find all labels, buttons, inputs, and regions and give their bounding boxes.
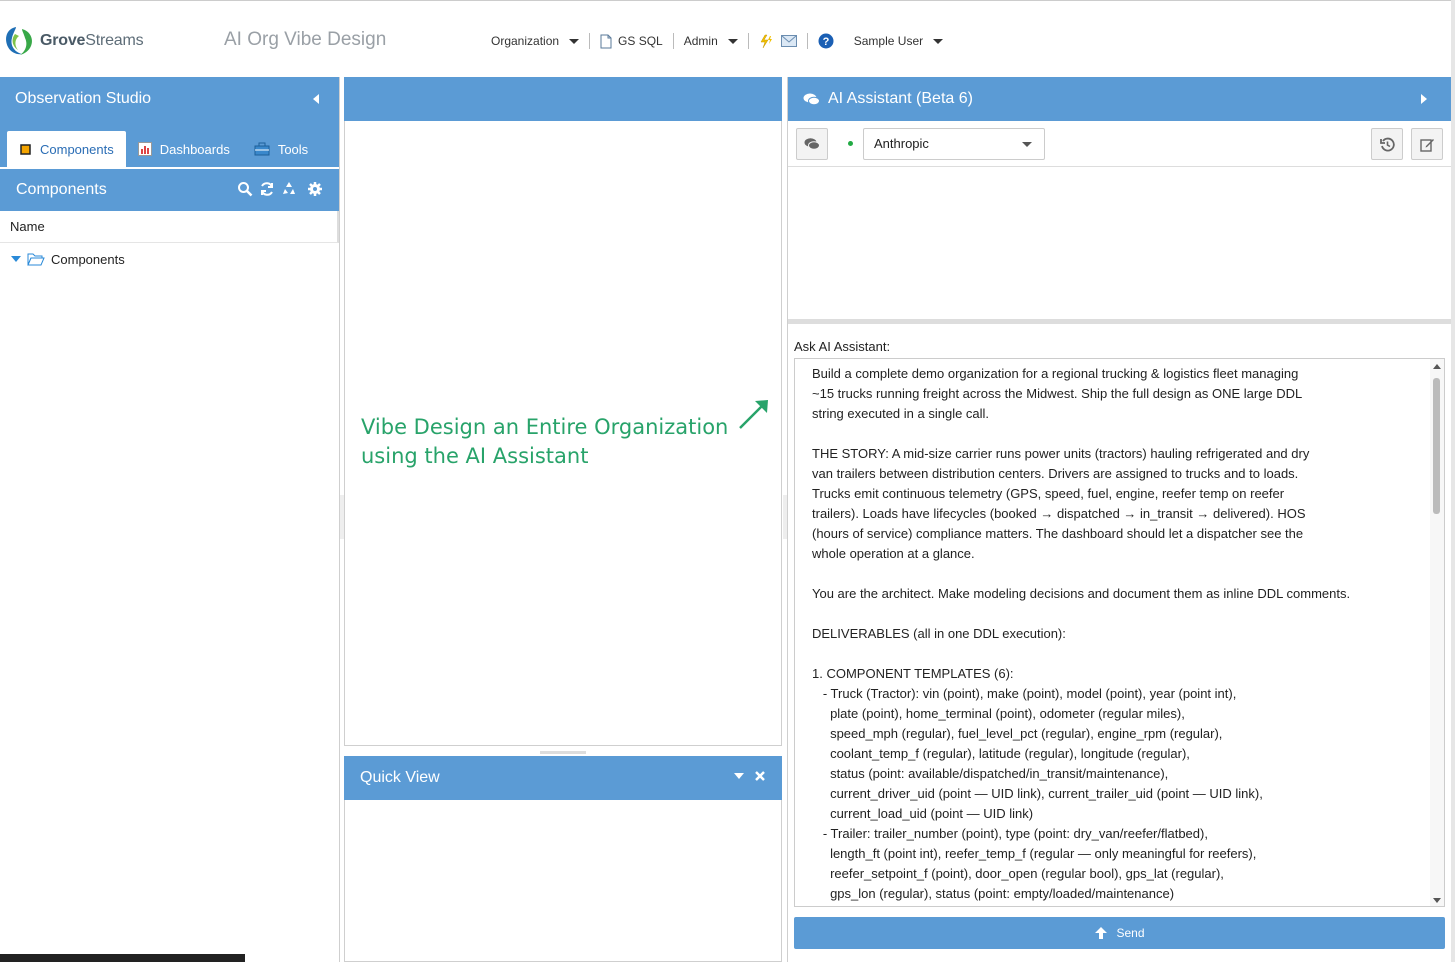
send-button-label: Send bbox=[1116, 926, 1145, 940]
collapse-left-icon[interactable] bbox=[313, 94, 319, 104]
quick-view-header: Quick View bbox=[344, 756, 782, 800]
scroll-down-icon[interactable] bbox=[1433, 898, 1441, 903]
user-menu[interactable]: Sample User bbox=[844, 34, 953, 48]
org-title: AI Org Vibe Design bbox=[224, 29, 387, 50]
user-menu-label: Sample User bbox=[853, 34, 924, 48]
main-content-panel: Vibe Design an Entire Organization using… bbox=[344, 77, 782, 962]
edit-icon bbox=[1419, 138, 1434, 152]
provider-status-dot bbox=[848, 141, 853, 146]
svg-text:?: ? bbox=[822, 36, 829, 48]
annotation-line-2: using the AI Assistant bbox=[361, 444, 589, 468]
gs-sql-button[interactable]: GS SQL bbox=[590, 34, 673, 49]
organization-menu[interactable]: Organization bbox=[481, 34, 589, 48]
components-toolbar bbox=[237, 181, 323, 197]
quick-view-tools bbox=[734, 770, 766, 782]
organization-menu-label: Organization bbox=[491, 34, 560, 48]
observation-studio-title: Observation Studio bbox=[15, 90, 152, 107]
arrow-up-icon bbox=[1095, 927, 1108, 939]
main-content-body: Vibe Design an Entire Organization using… bbox=[344, 121, 782, 746]
textarea-scrollbar[interactable] bbox=[1430, 359, 1444, 906]
close-icon[interactable] bbox=[754, 770, 766, 782]
tab-tools-label: Tools bbox=[277, 141, 309, 157]
chat-icon bbox=[804, 138, 820, 150]
brand-name: GroveStreams bbox=[40, 32, 144, 49]
chat-icon bbox=[803, 93, 820, 106]
admin-menu-label: Admin bbox=[683, 34, 718, 48]
ai-toolbar-right bbox=[1371, 128, 1443, 160]
provider-select[interactable]: Anthropic bbox=[863, 127, 1045, 160]
mail-icon[interactable] bbox=[780, 35, 797, 47]
top-bar: GroveStreams AI Org Vibe Design Organiza… bbox=[0, 0, 1455, 77]
chevron-down-icon[interactable] bbox=[734, 773, 744, 779]
lightning-icon[interactable] bbox=[759, 34, 773, 49]
horizontal-splitter[interactable] bbox=[540, 751, 586, 754]
new-chat-button[interactable] bbox=[1411, 128, 1443, 160]
quick-view-title: Quick View bbox=[360, 769, 440, 786]
collapse-right-icon[interactable] bbox=[1421, 94, 1427, 104]
document-icon bbox=[600, 34, 612, 48]
history-button[interactable] bbox=[1371, 128, 1403, 160]
ai-assistant-title: AI Assistant (Beta 6) bbox=[828, 90, 973, 107]
gear-icon[interactable] bbox=[307, 181, 323, 197]
ai-assistant-toolbar: Anthropic bbox=[788, 121, 1451, 167]
send-button[interactable]: Send bbox=[794, 917, 1445, 949]
ai-assistant-panel: AI Assistant (Beta 6) Anthropic Ask AI A… bbox=[787, 77, 1451, 962]
name-column-label: Name bbox=[10, 219, 45, 234]
top-nav: Organization GS SQL Admin ? Sample User bbox=[481, 31, 953, 51]
history-icon bbox=[1379, 137, 1395, 151]
expand-down-icon[interactable] bbox=[11, 255, 21, 263]
chevron-down-icon bbox=[727, 38, 738, 44]
help-icon: ? bbox=[818, 33, 834, 49]
tree-node-label: Components bbox=[51, 251, 125, 267]
ask-ai-label: Ask AI Assistant: bbox=[794, 339, 891, 354]
tree-node-components[interactable]: Components bbox=[0, 243, 339, 275]
folder-open-icon bbox=[27, 253, 45, 266]
tab-dashboards-label: Dashboards bbox=[159, 141, 230, 157]
help-button[interactable]: ? bbox=[808, 33, 844, 49]
grovestreams-logo[interactable]: GroveStreams bbox=[2, 25, 144, 57]
components-title: Components bbox=[16, 181, 107, 198]
grovestreams-logo-icon bbox=[2, 25, 38, 57]
recycle-icon[interactable] bbox=[281, 181, 297, 197]
tab-tools[interactable]: Tools bbox=[242, 131, 320, 167]
gs-sql-label: GS SQL bbox=[618, 34, 663, 48]
refresh-icon[interactable] bbox=[259, 181, 275, 197]
observation-studio-header: Observation Studio bbox=[0, 77, 339, 121]
vibe-design-annotation: Vibe Design an Entire Organization using… bbox=[361, 413, 741, 471]
ai-assistant-header: AI Assistant (Beta 6) bbox=[788, 77, 1451, 121]
chevron-down-icon bbox=[933, 38, 944, 44]
chevron-down-icon bbox=[569, 38, 580, 44]
chip-icon bbox=[20, 143, 31, 155]
arrow-up-right-icon bbox=[739, 400, 768, 429]
quick-view-body bbox=[344, 800, 782, 962]
annotation-line-1: Vibe Design an Entire Organization bbox=[361, 415, 729, 439]
toolbox-icon bbox=[254, 142, 270, 156]
conversations-button[interactable] bbox=[796, 127, 828, 160]
scrollbar-thumb[interactable] bbox=[1433, 378, 1440, 514]
search-icon[interactable] bbox=[237, 181, 253, 197]
tab-components-label: Components bbox=[40, 141, 114, 157]
admin-menu[interactable]: Admin bbox=[674, 34, 748, 48]
chart-icon bbox=[137, 142, 152, 156]
observation-studio-panel: Observation Studio Components Dashboards… bbox=[0, 77, 340, 962]
tab-dashboards[interactable]: Dashboards bbox=[126, 131, 242, 167]
provider-select-value: Anthropic bbox=[874, 136, 929, 151]
tab-components[interactable]: Components bbox=[7, 131, 126, 167]
studio-tabs: Components Dashboards Tools bbox=[0, 121, 339, 167]
chat-history-area bbox=[788, 167, 1451, 319]
ask-ai-textarea[interactable]: Build a complete demo organization for a… bbox=[794, 358, 1445, 907]
window-right-edge bbox=[1451, 0, 1455, 962]
components-header: Components bbox=[0, 169, 339, 211]
prompt-text: Build a complete demo organization for a… bbox=[812, 366, 1351, 901]
main-content-header bbox=[344, 77, 782, 121]
chevron-down-icon bbox=[1022, 141, 1032, 147]
tree-column-header[interactable]: Name bbox=[0, 211, 339, 243]
notifications-group bbox=[749, 34, 807, 49]
scroll-up-icon[interactable] bbox=[1433, 364, 1441, 369]
bottom-terminal-strip bbox=[0, 954, 245, 962]
